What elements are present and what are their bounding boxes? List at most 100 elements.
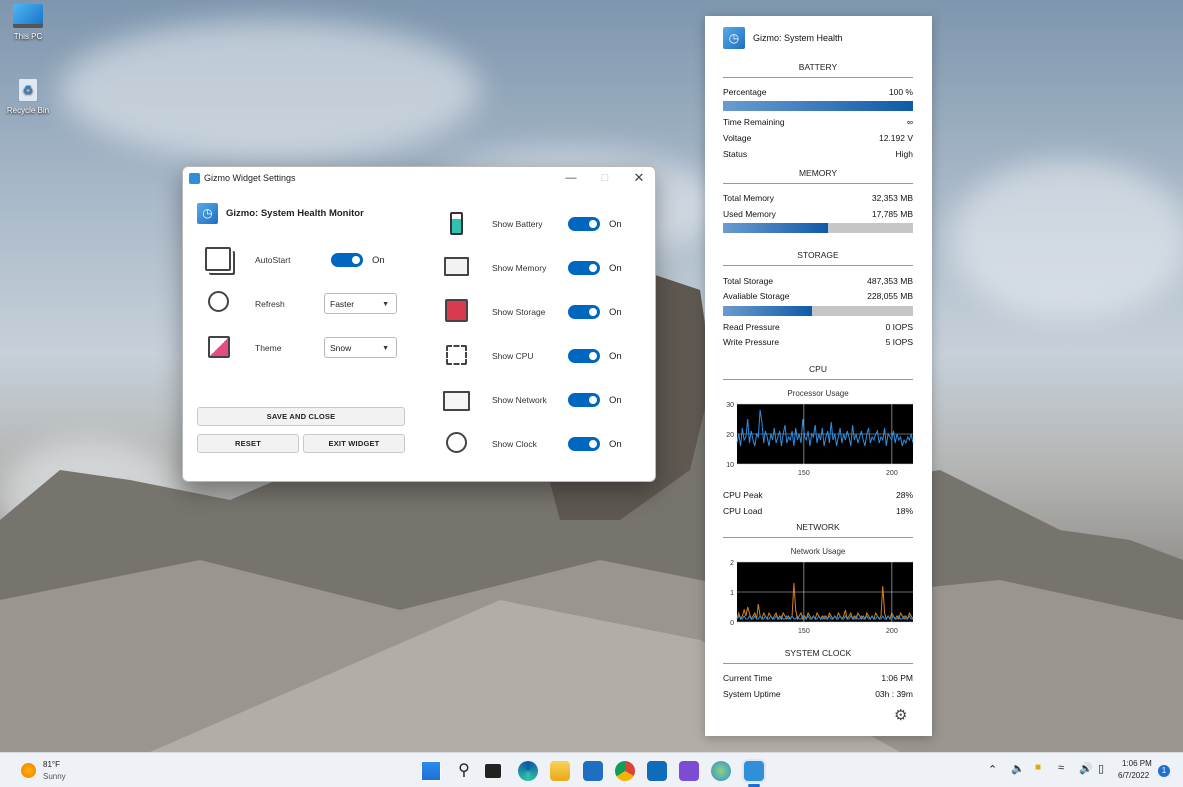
gizmo-icon[interactable] (744, 761, 764, 781)
label: CPU Peak (723, 490, 763, 500)
system-clock-heading: SYSTEM CLOCK (723, 648, 913, 664)
value: 100 % (888, 87, 913, 97)
theme-dropdown[interactable]: Snow ▼ (324, 337, 397, 358)
show-cpu-label: Show CPU (492, 351, 534, 361)
clock-time[interactable]: 1:06 PM (1122, 759, 1152, 768)
value: 17,785 MB (871, 209, 913, 219)
maximize-button[interactable]: □ (588, 167, 622, 189)
autostart-toggle[interactable] (331, 253, 363, 267)
storage-available-row: Avaliable Storage 228,055 MB (723, 291, 913, 301)
stopwatch-icon (208, 291, 229, 312)
refresh-value: Faster (330, 298, 355, 309)
monitor-icon (13, 4, 43, 28)
battery-tray-icon[interactable]: ▯ (1098, 762, 1104, 775)
folder-icon[interactable]: ■ (1035, 762, 1041, 773)
label: Total Memory (723, 193, 775, 203)
value: 18% (895, 506, 913, 516)
value: ∞ (906, 117, 913, 127)
autostart-label: AutoStart (255, 255, 291, 265)
show-storage-toggle[interactable] (568, 305, 600, 319)
volume-icon[interactable]: 🔈 (1011, 762, 1025, 775)
label: Voltage (723, 133, 752, 143)
windows-start-icon[interactable] (421, 761, 441, 781)
search-icon[interactable]: ⚲ (454, 761, 474, 781)
chevron-up-icon[interactable]: ⌃ (988, 763, 997, 776)
show-memory-toggle[interactable] (568, 261, 600, 275)
notification-badge[interactable]: 1 (1158, 765, 1170, 777)
browser-globe-icon[interactable] (711, 761, 731, 781)
y-tick-label: 2 (730, 560, 734, 567)
x-tick-label: 150 (798, 470, 810, 477)
show-battery-toggle[interactable] (568, 217, 600, 231)
show-clock-toggle[interactable] (568, 437, 600, 451)
refresh-dropdown[interactable]: Faster ▼ (324, 293, 397, 314)
network-heading: NETWORK (723, 522, 913, 538)
value: 5 IOPS (885, 337, 913, 347)
refresh-label: Refresh (255, 299, 285, 309)
show-battery-label: Show Battery (492, 219, 543, 229)
storage-icon (445, 299, 468, 322)
edge-icon[interactable] (518, 761, 538, 781)
value: 32,353 MB (871, 193, 913, 203)
value: 228,055 MB (867, 291, 913, 301)
widget-title: Gizmo: System Health (753, 33, 843, 43)
outlook-icon[interactable] (647, 761, 667, 781)
gear-icon[interactable]: ⚙ (894, 706, 907, 724)
autostart-state: On (372, 255, 385, 266)
gizmo-logo-icon: ◷ (723, 27, 745, 49)
reset-button[interactable]: RESET (197, 434, 299, 453)
minimize-button[interactable]: — (554, 167, 588, 189)
network-chart-title: Network Usage (790, 547, 846, 556)
visual-studio-icon[interactable] (679, 761, 699, 781)
show-network-toggle[interactable] (568, 393, 600, 407)
label: Current Time (723, 673, 773, 683)
label: Used Memory (723, 209, 776, 219)
memory-total-row: Total Memory 32,353 MB (723, 193, 913, 203)
task-view-icon[interactable] (485, 764, 501, 778)
clock-date[interactable]: 6/7/2022 (1118, 771, 1149, 780)
close-button[interactable]: ✕ (622, 167, 655, 189)
app-icon (189, 172, 200, 184)
file-explorer-icon[interactable] (550, 761, 570, 781)
y-tick-label: 20 (726, 432, 734, 439)
gizmo-logo-icon: ◷ (197, 203, 218, 224)
memory-used-row: Used Memory 17,785 MB (723, 209, 913, 219)
wifi-icon[interactable]: ≈ (1058, 762, 1064, 774)
app-header: ◷ Gizmo: System Health Monitor (197, 203, 364, 224)
cpu-heading: CPU (723, 364, 913, 380)
desktop-icon-recycle-bin[interactable]: ♻ Recycle Bin (0, 78, 58, 115)
value: 12.192 V (878, 133, 913, 143)
battery-heading: BATTERY (723, 62, 913, 78)
recycle-bin-icon: ♻ (18, 78, 38, 102)
speaker-icon[interactable]: 🔊 (1079, 762, 1093, 775)
show-memory-label: Show Memory (492, 263, 547, 273)
battery-bar-fill (723, 101, 913, 111)
weather-temp[interactable]: 81°F (43, 760, 60, 769)
exit-widget-button[interactable]: EXIT WIDGET (303, 434, 405, 453)
label: Read Pressure (723, 322, 780, 332)
show-battery-state: On (609, 219, 622, 230)
show-clock-label: Show Clock (492, 439, 537, 449)
autostart-icon (205, 247, 231, 271)
storage-read-row: Read Pressure 0 IOPS (723, 322, 913, 332)
clock-uptime-row: System Uptime 03h : 39m (723, 689, 913, 699)
desktop-icon-this-pc[interactable]: This PC (0, 4, 58, 41)
memory-bar (723, 223, 913, 233)
cpu-icon (446, 345, 467, 365)
value: High (895, 149, 913, 159)
memory-bar-fill (723, 223, 828, 233)
chevron-down-icon: ▼ (382, 345, 389, 352)
weather-desc[interactable]: Sunny (43, 772, 66, 781)
show-cpu-toggle[interactable] (568, 349, 600, 363)
clock-icon (446, 432, 467, 453)
battery-bar (723, 101, 913, 111)
store-icon[interactable] (583, 761, 603, 781)
show-network-label: Show Network (492, 395, 547, 405)
chrome-icon[interactable] (615, 761, 635, 781)
save-and-close-button[interactable]: SAVE AND CLOSE (197, 407, 405, 426)
battery-percentage-row: Percentage 100 % (723, 87, 913, 97)
show-storage-state: On (609, 307, 622, 318)
value: 03h : 39m (875, 689, 913, 699)
show-memory-state: On (609, 263, 622, 274)
network-icon (443, 391, 470, 411)
